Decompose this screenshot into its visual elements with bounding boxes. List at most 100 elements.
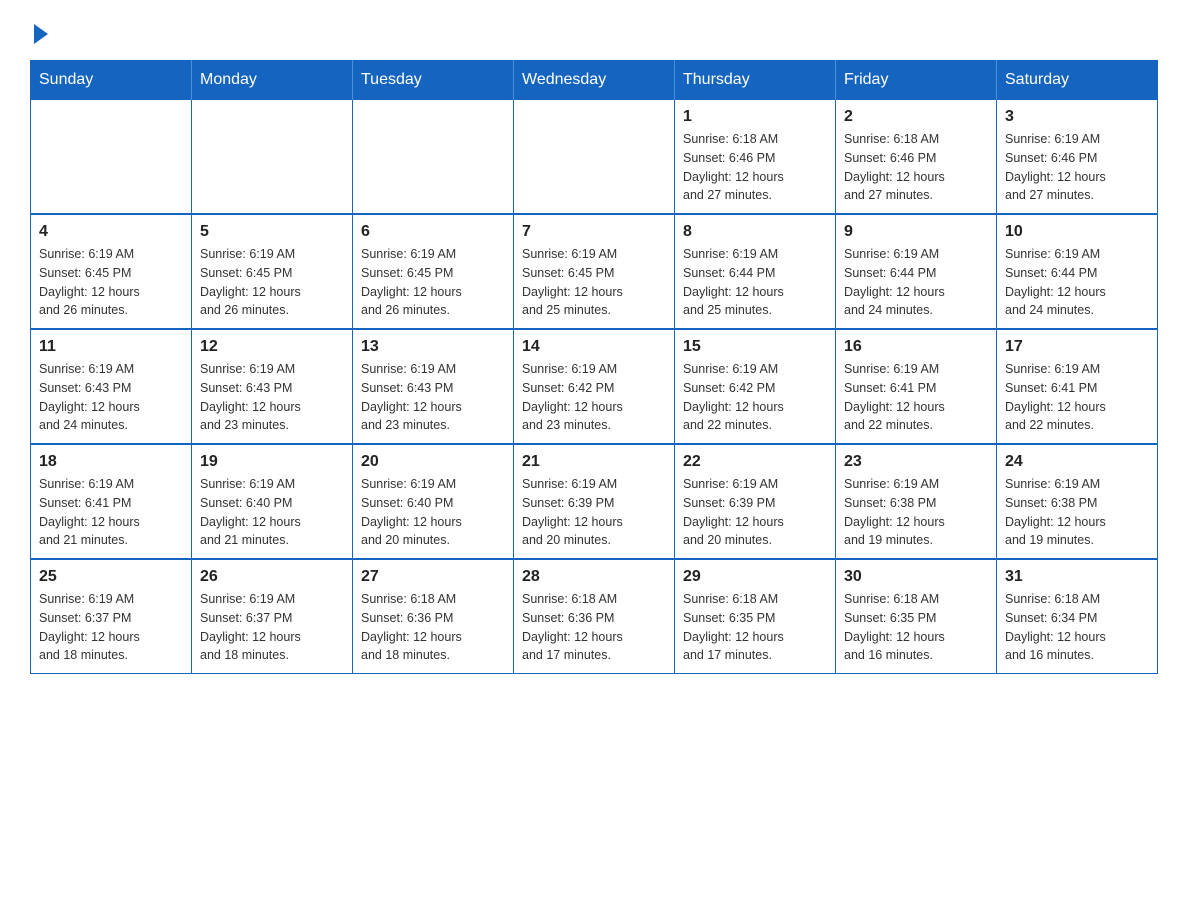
calendar-week-row: 4 Sunrise: 6:19 AMSunset: 6:45 PMDaylight…: [31, 214, 1158, 329]
calendar-day-cell: 28Sunrise: 6:18 AMSunset: 6:36 PMDayligh…: [514, 559, 675, 674]
logo-arrow-icon: [34, 24, 48, 44]
calendar-day-cell: 19 Sunrise: 6:19 AMSunset: 6:40 PMDayligh…: [192, 444, 353, 559]
day-number: 26: [200, 568, 344, 586]
calendar-day-cell: 6 Sunrise: 6:19 AMSunset: 6:45 PMDaylight…: [353, 214, 514, 329]
day-number: 5: [200, 223, 344, 241]
calendar-day-cell: 4 Sunrise: 6:19 AMSunset: 6:45 PMDaylight…: [31, 214, 192, 329]
day-number: 1: [683, 108, 827, 126]
calendar-week-row: 25 Sunrise: 6:19 AMSunset: 6:37 PMDayligh…: [31, 559, 1158, 674]
day-number: 17: [1005, 338, 1149, 356]
day-info: Sunrise: 6:19 AMSunset: 6:43 PMDaylight:…: [361, 360, 505, 435]
page-header: [30, 20, 1158, 44]
calendar-day-cell: 3 Sunrise: 6:19 AMSunset: 6:46 PMDaylight…: [997, 100, 1158, 215]
calendar-day-cell: 14 Sunrise: 6:19 AMSunset: 6:42 PMDayligh…: [514, 329, 675, 444]
day-number: 27: [361, 568, 505, 586]
calendar-week-row: 11 Sunrise: 6:19 AMSunset: 6:43 PMDayligh…: [31, 329, 1158, 444]
calendar-day-cell: 21Sunrise: 6:19 AMSunset: 6:39 PMDayligh…: [514, 444, 675, 559]
day-number: 10: [1005, 223, 1149, 241]
calendar-day-cell: 27 Sunrise: 6:18 AMSunset: 6:36 PMDayligh…: [353, 559, 514, 674]
calendar-day-cell: [192, 100, 353, 215]
day-number: 8: [683, 223, 827, 241]
day-number: 15: [683, 338, 827, 356]
day-number: 7: [522, 223, 666, 241]
calendar-day-cell: 24 Sunrise: 6:19 AMSunset: 6:38 PMDayligh…: [997, 444, 1158, 559]
weekday-header-sunday: Sunday: [31, 61, 192, 100]
calendar-day-cell: [353, 100, 514, 215]
day-number: 23: [844, 453, 988, 471]
day-number: 31: [1005, 568, 1149, 586]
calendar-day-cell: 30 Sunrise: 6:18 AMSunset: 6:35 PMDayligh…: [836, 559, 997, 674]
calendar-day-cell: 29 Sunrise: 6:18 AMSunset: 6:35 PMDayligh…: [675, 559, 836, 674]
calendar-day-cell: 23 Sunrise: 6:19 AMSunset: 6:38 PMDayligh…: [836, 444, 997, 559]
calendar-day-cell: 8 Sunrise: 6:19 AMSunset: 6:44 PMDaylight…: [675, 214, 836, 329]
day-number: 24: [1005, 453, 1149, 471]
calendar-day-cell: 22 Sunrise: 6:19 AMSunset: 6:39 PMDayligh…: [675, 444, 836, 559]
day-number: 29: [683, 568, 827, 586]
day-number: 18: [39, 453, 183, 471]
day-info: Sunrise: 6:19 AMSunset: 6:37 PMDaylight:…: [39, 590, 183, 665]
day-number: 13: [361, 338, 505, 356]
weekday-header-row: SundayMondayTuesdayWednesdayThursdayFrid…: [31, 61, 1158, 100]
weekday-header-wednesday: Wednesday: [514, 61, 675, 100]
calendar-day-cell: 31 Sunrise: 6:18 AMSunset: 6:34 PMDayligh…: [997, 559, 1158, 674]
day-info: Sunrise: 6:19 AMSunset: 6:39 PMDaylight:…: [683, 475, 827, 550]
day-info: Sunrise: 6:18 AMSunset: 6:36 PMDaylight:…: [361, 590, 505, 665]
day-number: 14: [522, 338, 666, 356]
day-info: Sunrise: 6:19 AMSunset: 6:44 PMDaylight:…: [844, 245, 988, 320]
day-info: Sunrise: 6:18 AMSunset: 6:46 PMDaylight:…: [844, 130, 988, 205]
day-number: 2: [844, 108, 988, 126]
day-number: 30: [844, 568, 988, 586]
calendar-day-cell: 2 Sunrise: 6:18 AMSunset: 6:46 PMDaylight…: [836, 100, 997, 215]
day-info: Sunrise: 6:19 AMSunset: 6:46 PMDaylight:…: [1005, 130, 1149, 205]
calendar-day-cell: 1 Sunrise: 6:18 AMSunset: 6:46 PMDaylight…: [675, 100, 836, 215]
day-info: Sunrise: 6:19 AMSunset: 6:38 PMDaylight:…: [1005, 475, 1149, 550]
weekday-header-saturday: Saturday: [997, 61, 1158, 100]
day-number: 11: [39, 338, 183, 356]
calendar-day-cell: 11 Sunrise: 6:19 AMSunset: 6:43 PMDayligh…: [31, 329, 192, 444]
day-info: Sunrise: 6:19 AMSunset: 6:44 PMDaylight:…: [1005, 245, 1149, 320]
day-info: Sunrise: 6:18 AMSunset: 6:35 PMDaylight:…: [844, 590, 988, 665]
day-info: Sunrise: 6:19 AMSunset: 6:41 PMDaylight:…: [39, 475, 183, 550]
weekday-header-thursday: Thursday: [675, 61, 836, 100]
calendar-day-cell: 9 Sunrise: 6:19 AMSunset: 6:44 PMDaylight…: [836, 214, 997, 329]
calendar-day-cell: 17Sunrise: 6:19 AMSunset: 6:41 PMDayligh…: [997, 329, 1158, 444]
calendar-day-cell: 15Sunrise: 6:19 AMSunset: 6:42 PMDayligh…: [675, 329, 836, 444]
day-info: Sunrise: 6:19 AMSunset: 6:42 PMDaylight:…: [522, 360, 666, 435]
day-info: Sunrise: 6:19 AMSunset: 6:41 PMDaylight:…: [844, 360, 988, 435]
day-info: Sunrise: 6:19 AMSunset: 6:44 PMDaylight:…: [683, 245, 827, 320]
day-number: 19: [200, 453, 344, 471]
calendar-day-cell: 20Sunrise: 6:19 AMSunset: 6:40 PMDayligh…: [353, 444, 514, 559]
calendar-table: SundayMondayTuesdayWednesdayThursdayFrid…: [30, 60, 1158, 674]
day-info: Sunrise: 6:19 AMSunset: 6:39 PMDaylight:…: [522, 475, 666, 550]
day-info: Sunrise: 6:18 AMSunset: 6:46 PMDaylight:…: [683, 130, 827, 205]
calendar-day-cell: [514, 100, 675, 215]
day-number: 6: [361, 223, 505, 241]
weekday-header-friday: Friday: [836, 61, 997, 100]
day-info: Sunrise: 6:19 AMSunset: 6:43 PMDaylight:…: [200, 360, 344, 435]
day-info: Sunrise: 6:19 AMSunset: 6:38 PMDaylight:…: [844, 475, 988, 550]
day-info: Sunrise: 6:19 AMSunset: 6:45 PMDaylight:…: [39, 245, 183, 320]
day-info: Sunrise: 6:19 AMSunset: 6:43 PMDaylight:…: [39, 360, 183, 435]
day-number: 4: [39, 223, 183, 241]
calendar-day-cell: 18 Sunrise: 6:19 AMSunset: 6:41 PMDayligh…: [31, 444, 192, 559]
day-number: 25: [39, 568, 183, 586]
calendar-day-cell: 12 Sunrise: 6:19 AMSunset: 6:43 PMDayligh…: [192, 329, 353, 444]
day-number: 16: [844, 338, 988, 356]
calendar-day-cell: 5 Sunrise: 6:19 AMSunset: 6:45 PMDaylight…: [192, 214, 353, 329]
calendar-day-cell: 13 Sunrise: 6:19 AMSunset: 6:43 PMDayligh…: [353, 329, 514, 444]
day-number: 22: [683, 453, 827, 471]
calendar-week-row: 18 Sunrise: 6:19 AMSunset: 6:41 PMDayligh…: [31, 444, 1158, 559]
day-number: 3: [1005, 108, 1149, 126]
calendar-day-cell: [31, 100, 192, 215]
day-info: Sunrise: 6:19 AMSunset: 6:45 PMDaylight:…: [200, 245, 344, 320]
day-info: Sunrise: 6:19 AMSunset: 6:40 PMDaylight:…: [200, 475, 344, 550]
weekday-header-monday: Monday: [192, 61, 353, 100]
weekday-header-tuesday: Tuesday: [353, 61, 514, 100]
calendar-week-row: 1 Sunrise: 6:18 AMSunset: 6:46 PMDaylight…: [31, 100, 1158, 215]
calendar-day-cell: 25 Sunrise: 6:19 AMSunset: 6:37 PMDayligh…: [31, 559, 192, 674]
day-info: Sunrise: 6:19 AMSunset: 6:45 PMDaylight:…: [361, 245, 505, 320]
day-number: 9: [844, 223, 988, 241]
day-number: 12: [200, 338, 344, 356]
day-info: Sunrise: 6:18 AMSunset: 6:35 PMDaylight:…: [683, 590, 827, 665]
day-info: Sunrise: 6:18 AMSunset: 6:34 PMDaylight:…: [1005, 590, 1149, 665]
